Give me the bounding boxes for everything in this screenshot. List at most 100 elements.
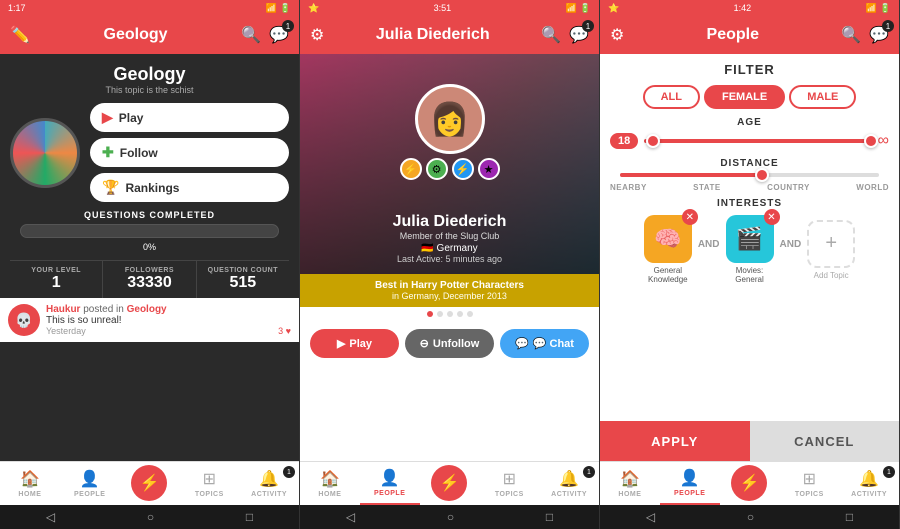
android-nav-3: ◁ ○ □ [600, 505, 899, 529]
chat-icon-1[interactable]: 💬 1 [269, 25, 289, 45]
age-track[interactable] [644, 139, 871, 143]
nav-center-2[interactable]: ⚡ [420, 462, 480, 505]
apply-button[interactable]: APPLY [600, 421, 750, 461]
play-button[interactable]: ▶ Play [90, 103, 289, 132]
questions-label: QUESTION COUNT [201, 267, 285, 274]
filter-icon-3[interactable]: ⚙ [610, 25, 624, 45]
chat-icon-btn: 💬 [515, 337, 529, 350]
gender-female-btn[interactable]: FEMALE [704, 85, 785, 109]
home-btn-2[interactable]: ○ [447, 510, 454, 524]
geology-content: Geology This topic is the schist ▶ Play … [0, 54, 299, 298]
film-icon[interactable]: 🎬 ✕ [726, 215, 774, 263]
globe-icon [10, 118, 80, 188]
stats-row: YOUR LEVEL 1 FOLLOWERS 33330 QUESTION CO… [10, 260, 289, 298]
play-button-2[interactable]: ▶ Play [310, 329, 399, 358]
home-label-1: HOME [18, 491, 41, 498]
dot-4 [457, 311, 463, 317]
edit-icon[interactable]: ✏️ [10, 25, 30, 45]
status-icons-2: 📶🔋 [566, 3, 591, 14]
nav-people-2[interactable]: 👤 PEOPLE [360, 462, 420, 505]
topics-label-1: TOPICS [195, 491, 224, 498]
activity-icon-1: 🔔 [259, 469, 279, 489]
nav-activity-2[interactable]: 1 🔔 ACTIVITY [539, 462, 599, 505]
profile-body: 👩 ⚡ ⚙ ⚡ ★ Julia Diederich Member of the … [300, 54, 599, 461]
chat-icon-3[interactable]: 💬 1 [869, 25, 889, 45]
back-btn-3[interactable]: ◁ [646, 510, 655, 524]
android-nav-1: ◁ ○ □ [0, 505, 299, 529]
home-btn-1[interactable]: ○ [147, 510, 154, 524]
nav-activity-1[interactable]: 1 🔔 ACTIVITY [239, 462, 299, 505]
search-icon-3[interactable]: 🔍 [841, 25, 861, 45]
dot-3 [447, 311, 453, 317]
nav-people-3[interactable]: 👤 PEOPLE [660, 462, 720, 505]
nav-center-3[interactable]: ⚡ [720, 462, 780, 505]
lightning-btn-1[interactable]: ⚡ [131, 465, 167, 501]
nav-people-1[interactable]: 👤 PEOPLE [60, 462, 120, 505]
people-label-1: PEOPLE [74, 491, 105, 498]
interest-brain: 🧠 ✕ GeneralKnowledge [644, 215, 692, 284]
gender-male-btn[interactable]: MALE [789, 85, 856, 109]
distance-labels: NEARBY STATE COUNTRY WORLD [600, 181, 899, 194]
distance-fill [620, 173, 762, 177]
plus-icon: + [825, 232, 837, 255]
activity-badge-3: 1 [883, 466, 895, 478]
add-topic-badge: + Add Topic [807, 220, 855, 280]
interests-row: 🧠 ✕ GeneralKnowledge AND 🎬 ✕ Movies:Gene… [600, 209, 899, 290]
questions-stat: QUESTION COUNT 515 [197, 261, 289, 298]
search-icon-2[interactable]: 🔍 [541, 25, 561, 45]
post-topic: Geology [127, 304, 167, 315]
dist-country: COUNTRY [767, 183, 810, 192]
rankings-button[interactable]: 🏆 Rankings [90, 173, 289, 202]
distance-track[interactable] [620, 173, 879, 177]
recent-btn-2[interactable]: □ [546, 510, 553, 524]
nav-home-2[interactable]: 🏠 HOME [300, 462, 360, 505]
distance-slider [600, 169, 899, 181]
back-btn-2[interactable]: ◁ [346, 510, 355, 524]
play-label-2: Play [349, 338, 372, 350]
dot-1 [427, 311, 433, 317]
lightning-btn-3[interactable]: ⚡ [731, 465, 767, 501]
activity-label-3: ACTIVITY [851, 491, 887, 498]
topics-icon-2: ⊞ [503, 469, 516, 489]
cancel-button[interactable]: CANCEL [750, 421, 900, 461]
play-icon-2: ▶ [337, 337, 345, 350]
nav-home-3[interactable]: 🏠 HOME [600, 462, 660, 505]
chat-icon-2[interactable]: 💬 1 [569, 25, 589, 45]
back-btn-1[interactable]: ◁ [46, 510, 55, 524]
distance-handle[interactable] [755, 168, 769, 182]
chat-button[interactable]: 💬 💬 Chat [500, 329, 589, 358]
search-icon-1[interactable]: 🔍 [241, 25, 261, 45]
film-label: Movies:General [735, 266, 763, 284]
header-3: ⚙ People 🔍 💬 1 [600, 16, 899, 54]
lightning-icon-2: ⚡ [440, 473, 460, 493]
brain-icon[interactable]: 🧠 ✕ [644, 215, 692, 263]
gender-all-btn[interactable]: ALL [643, 85, 700, 109]
nav-center-1[interactable]: ⚡ [120, 462, 180, 505]
play-icon: ▶ [102, 109, 113, 126]
remove-film-btn[interactable]: ✕ [764, 209, 780, 225]
recent-btn-1[interactable]: □ [246, 510, 253, 524]
nav-activity-3[interactable]: 1 🔔 ACTIVITY [839, 462, 899, 505]
lightning-btn-2[interactable]: ⚡ [431, 465, 467, 501]
status-time-3: 1:42 [734, 3, 752, 13]
recent-btn-3[interactable]: □ [846, 510, 853, 524]
nav-topics-1[interactable]: ⊞ TOPICS [179, 462, 239, 505]
age-handle-min[interactable] [646, 134, 660, 148]
post-meta: Yesterday 3 ♥ [46, 326, 291, 336]
android-nav-2: ◁ ○ □ [300, 505, 599, 529]
follow-button[interactable]: ✚ Follow [90, 138, 289, 167]
nav-topics-3[interactable]: ⊞ TOPICS [779, 462, 839, 505]
add-topic-icon[interactable]: + [807, 220, 855, 268]
activity-label-1: ACTIVITY [251, 491, 287, 498]
remove-brain-btn[interactable]: ✕ [682, 209, 698, 225]
settings-icon-2[interactable]: ⚙ [310, 25, 324, 45]
post-action: posted in [83, 304, 126, 315]
level-stat: YOUR LEVEL 1 [10, 261, 102, 298]
nav-home-1[interactable]: 🏠 HOME [0, 462, 60, 505]
home-btn-3[interactable]: ○ [747, 510, 754, 524]
age-handle-max[interactable] [864, 134, 878, 148]
geology-subtitle: This topic is the schist [105, 85, 193, 95]
unfollow-button[interactable]: ⊖ Unfollow [405, 329, 494, 358]
profile-club: Member of the Slug Club [300, 231, 599, 241]
nav-topics-2[interactable]: ⊞ TOPICS [479, 462, 539, 505]
